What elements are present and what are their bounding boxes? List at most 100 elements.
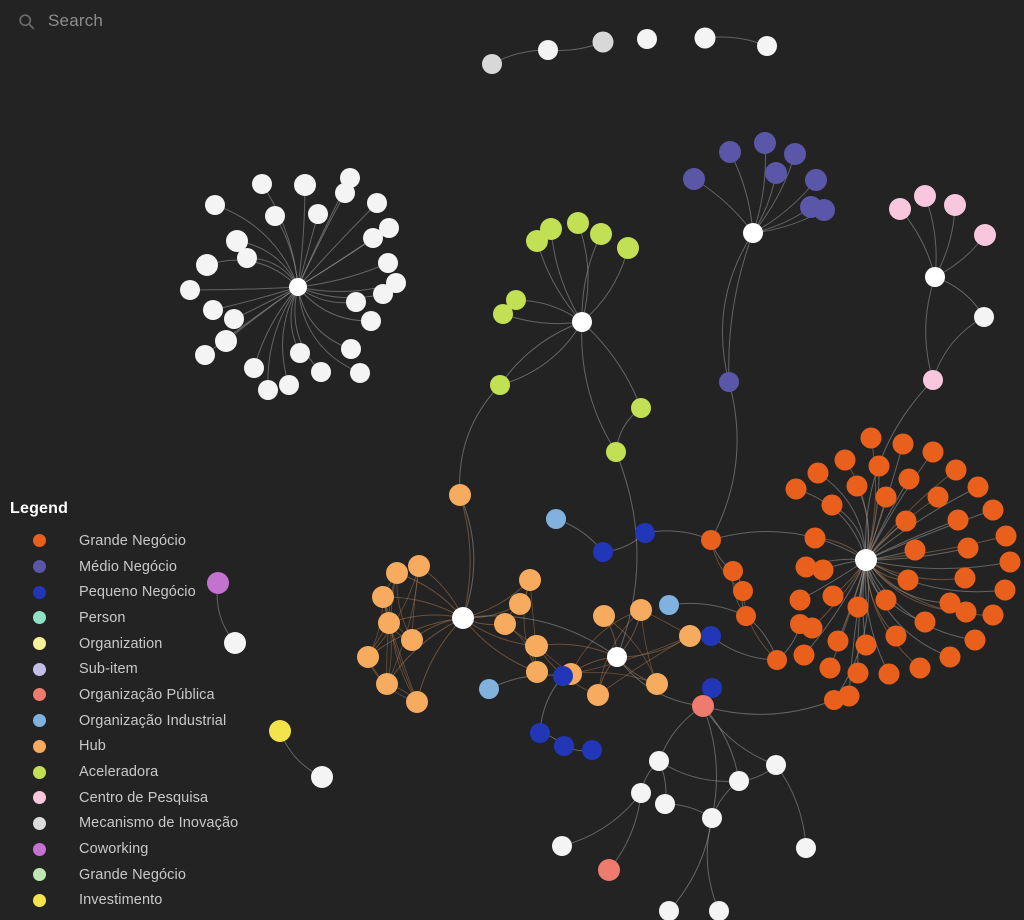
graph-node-grande-negocio[interactable] — [914, 611, 936, 633]
search-bar[interactable] — [0, 0, 1024, 42]
graph-node-pequeno-negocio[interactable] — [582, 740, 602, 760]
graph-node-grande-negocio[interactable] — [967, 476, 989, 498]
legend-item[interactable]: Sub-item — [10, 656, 238, 682]
graph-node-grande-negocio[interactable] — [927, 486, 949, 508]
graph-node-innovation[interactable] — [361, 311, 381, 331]
graph-node-medio-negocio[interactable] — [719, 372, 739, 392]
graph-node-innovation[interactable] — [378, 253, 398, 273]
graph-node-grande-negocio[interactable] — [895, 510, 917, 532]
graph-node-innovation[interactable] — [709, 901, 729, 920]
legend-item[interactable]: Investimento — [10, 888, 238, 914]
graph-node-innovation[interactable] — [386, 273, 406, 293]
graph-node-aceleradora[interactable] — [606, 442, 626, 462]
graph-node-hub[interactable] — [646, 673, 668, 695]
graph-node-grande-negocio[interactable] — [847, 662, 869, 684]
graph-node-grande-negocio[interactable] — [860, 427, 882, 449]
graph-node-aceleradora[interactable] — [493, 304, 513, 324]
graph-node-innovation[interactable] — [659, 901, 679, 920]
graph-node-investimento[interactable] — [269, 720, 291, 742]
graph-node-organizacao-industrial[interactable] — [546, 509, 566, 529]
graph-node-grande-negocio[interactable] — [982, 499, 1004, 521]
graph-node-hub[interactable] — [386, 562, 408, 584]
graph-node-innovation[interactable] — [379, 218, 399, 238]
legend-item[interactable]: Médio Negócio — [10, 554, 238, 580]
graph-node-hub-innovation[interactable] — [607, 647, 627, 667]
graph-node-organizacao-industrial[interactable] — [479, 679, 499, 699]
graph-node-innovation[interactable] — [311, 362, 331, 382]
graph-node-medio-negocio[interactable] — [754, 132, 776, 154]
graph-node-innovation[interactable] — [340, 168, 360, 188]
graph-node-medio-negocio[interactable] — [765, 162, 787, 184]
graph-node-innovation[interactable] — [237, 248, 257, 268]
graph-node-innovation[interactable] — [538, 40, 558, 60]
graph-node-innovation[interactable] — [702, 808, 722, 828]
graph-node-grande-negocio[interactable] — [847, 596, 869, 618]
graph-node-hub-innovation[interactable] — [743, 223, 763, 243]
graph-node-innovation[interactable] — [367, 193, 387, 213]
legend-item[interactable]: Aceleradora — [10, 759, 238, 785]
graph-node-centro-pesquisa[interactable] — [974, 224, 996, 246]
graph-node-innovation[interactable] — [258, 380, 278, 400]
legend-item[interactable]: Organization — [10, 631, 238, 657]
graph-node-hub[interactable] — [408, 555, 430, 577]
graph-node-grande-negocio[interactable] — [875, 486, 897, 508]
graph-node-grande-negocio[interactable] — [834, 449, 856, 471]
graph-node-innovation[interactable] — [341, 339, 361, 359]
graph-node-grande-negocio[interactable] — [812, 559, 834, 581]
graph-node-hub[interactable] — [372, 586, 394, 608]
graph-node-grande-negocio[interactable] — [821, 494, 843, 516]
graph-node-hub-innovation[interactable] — [925, 267, 945, 287]
graph-node-innovation[interactable] — [196, 254, 218, 276]
graph-node-innovation[interactable] — [649, 751, 669, 771]
graph-node-grande-negocio[interactable] — [955, 601, 977, 623]
graph-node-grande-negocio[interactable] — [804, 527, 826, 549]
graph-node-centro-pesquisa[interactable] — [923, 370, 943, 390]
graph-node-innovation[interactable] — [552, 836, 572, 856]
graph-node-centro-pesquisa[interactable] — [914, 185, 936, 207]
graph-node-grande-negocio[interactable] — [957, 537, 979, 559]
legend-item[interactable]: Grande Negócio — [10, 528, 238, 554]
graph-node-hub[interactable] — [376, 673, 398, 695]
legend-item[interactable]: Pequeno Negócio — [10, 579, 238, 605]
graph-node-aceleradora[interactable] — [590, 223, 612, 245]
graph-node-hub[interactable] — [679, 625, 701, 647]
graph-node-hub[interactable] — [378, 612, 400, 634]
graph-node-innovation[interactable] — [482, 54, 502, 74]
graph-node-innovation[interactable] — [195, 345, 215, 365]
graph-node-grande-negocio[interactable] — [855, 634, 877, 656]
graph-node-hub-innovation[interactable] — [855, 549, 877, 571]
graph-node-grande-negocio[interactable] — [904, 539, 926, 561]
graph-node-innovation[interactable] — [203, 300, 223, 320]
graph-node-hub[interactable] — [587, 684, 609, 706]
graph-node-innovation[interactable] — [290, 343, 310, 363]
graph-node-grande-negocio[interactable] — [897, 569, 919, 591]
graph-node-hub[interactable] — [357, 646, 379, 668]
graph-node-pequeno-negocio[interactable] — [530, 723, 550, 743]
graph-node-organizacao-publica[interactable] — [692, 695, 714, 717]
graph-node-grande-negocio[interactable] — [939, 646, 961, 668]
graph-node-innovation[interactable] — [308, 204, 328, 224]
graph-node-innovation[interactable] — [346, 292, 366, 312]
graph-node-grande-negocio[interactable] — [827, 630, 849, 652]
graph-node-aceleradora[interactable] — [631, 398, 651, 418]
graph-node-innovation[interactable] — [655, 794, 675, 814]
graph-node-innovation[interactable] — [766, 755, 786, 775]
graph-node-grande-negocio[interactable] — [701, 530, 721, 550]
graph-node-hub-innovation[interactable] — [289, 278, 307, 296]
graph-node-grande-negocio[interactable] — [885, 625, 907, 647]
graph-node-grande-negocio[interactable] — [954, 567, 976, 589]
graph-node-grande-negocio[interactable] — [892, 433, 914, 455]
graph-node-hub[interactable] — [406, 691, 428, 713]
graph-node-centro-pesquisa[interactable] — [944, 194, 966, 216]
graph-node-aceleradora[interactable] — [526, 230, 548, 252]
legend-item[interactable]: Organização Pública — [10, 682, 238, 708]
graph-node-pequeno-negocio[interactable] — [554, 736, 574, 756]
search-input[interactable] — [48, 11, 468, 31]
graph-node-innovation[interactable] — [224, 309, 244, 329]
graph-node-grande-negocio[interactable] — [767, 650, 787, 670]
graph-node-grande-negocio[interactable] — [733, 581, 753, 601]
legend-item[interactable]: Mecanismo de Inovação — [10, 811, 238, 837]
graph-node-aceleradora[interactable] — [490, 375, 510, 395]
graph-node-hub[interactable] — [630, 599, 652, 621]
graph-node-pequeno-negocio[interactable] — [635, 523, 655, 543]
